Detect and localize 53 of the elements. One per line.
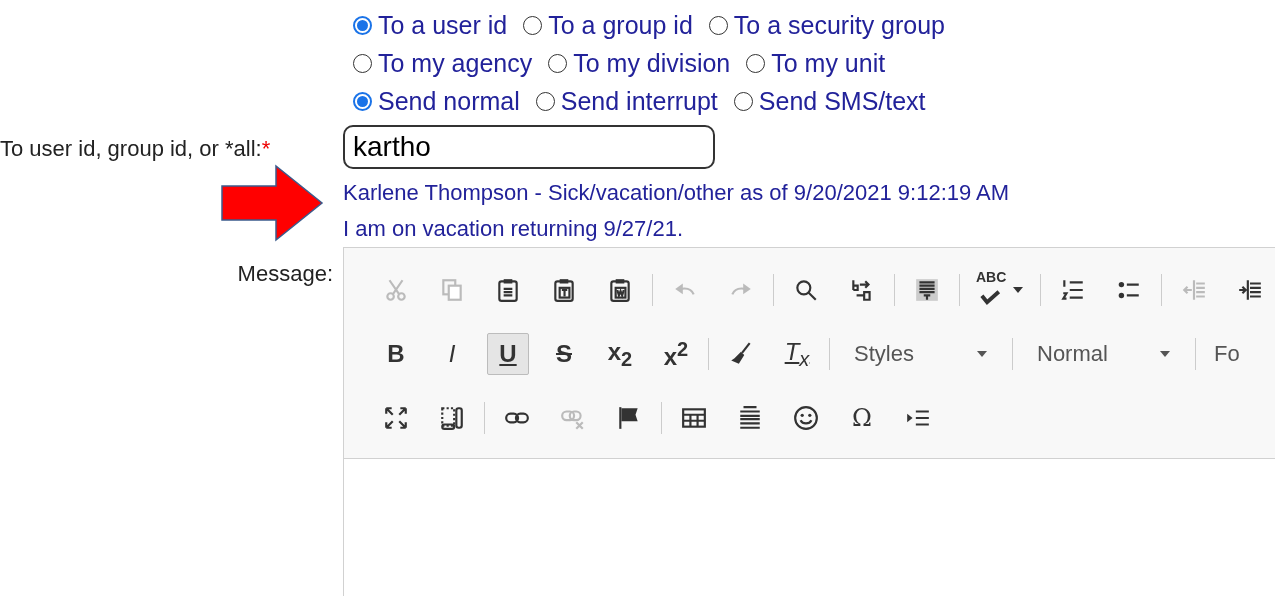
radio-label: Send normal	[378, 86, 520, 116]
radio-label: To my agency	[378, 48, 533, 78]
radio-button[interactable]	[746, 53, 766, 73]
required-mark: *	[261, 136, 271, 162]
document-icon	[914, 277, 940, 303]
radio-label: To a group id	[548, 10, 693, 40]
radio-button[interactable]	[708, 15, 728, 35]
dropdown[interactable]: Styles	[846, 334, 996, 374]
clipboard-icon	[607, 277, 633, 303]
toolbar-button[interactable]: ABC	[971, 269, 1030, 311]
radio-label: To a user id	[378, 10, 508, 40]
status-text: Karlene Thompson - Sick/vacation/other as of 9/20/2021 9:12:19 AM	[343, 179, 1011, 207]
radio-button[interactable]	[733, 91, 753, 111]
radio-button[interactable]	[353, 15, 372, 35]
search-icon	[793, 277, 819, 303]
clipboard-icon	[551, 277, 577, 303]
toolbar-button[interactable]: Ω	[841, 397, 883, 439]
toolbar-button[interactable]: x$_{2}$	[599, 333, 641, 375]
radio-button[interactable]	[548, 53, 568, 73]
indent-icon	[1237, 277, 1264, 303]
blocks-icon	[439, 405, 465, 431]
radio-label: To my division	[573, 48, 731, 78]
radio-button[interactable]	[353, 91, 372, 111]
caret-icon	[1012, 286, 1025, 294]
field-label: Message:	[237, 261, 333, 286]
dropdown[interactable]: Normal	[1029, 334, 1179, 374]
radio-button[interactable]	[353, 53, 372, 73]
dropdown-label[interactable]: Fo	[1214, 341, 1240, 367]
toolbar-button[interactable]: T$_{x}$	[776, 333, 818, 375]
radio-label: Send interrupt	[560, 86, 718, 116]
radio-button[interactable]	[535, 91, 555, 111]
clipboard-icon	[495, 277, 521, 303]
radio-label: Send SMS/text	[758, 86, 926, 116]
table-icon	[681, 405, 707, 431]
copy-icon	[439, 277, 465, 303]
input-field[interactable]: kartho	[343, 125, 715, 169]
scissors-icon	[383, 277, 409, 303]
toolbar-button[interactable]: S	[543, 333, 585, 375]
expand-icon	[383, 405, 409, 431]
toolbar-button[interactable]: U	[487, 333, 529, 375]
outdent-icon	[1181, 277, 1208, 303]
toolbar-button[interactable]: I	[431, 333, 473, 375]
radio-label: To a security group	[733, 10, 945, 40]
horizontal-lines-icon	[737, 405, 763, 431]
field-label: To user id, group id, or *all:	[0, 136, 262, 162]
caret-icon	[1159, 350, 1171, 358]
smiley-icon	[793, 405, 819, 431]
caret-icon	[976, 350, 988, 358]
radio-label: To my unit	[771, 48, 886, 78]
toolbar-button[interactable]: x$^{2}$	[655, 333, 697, 375]
toolbar-button[interactable]: B	[375, 333, 417, 375]
radio-button[interactable]	[523, 15, 543, 35]
status-text: I am on vacation returning 9/27/21.	[343, 215, 684, 243]
